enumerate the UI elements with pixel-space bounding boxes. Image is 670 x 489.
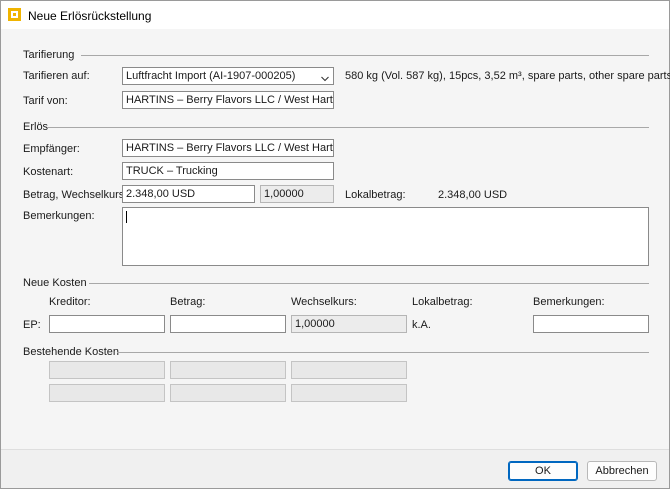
betrag-field[interactable]: 2.348,00 USD (122, 185, 255, 203)
text-caret (126, 211, 127, 223)
dialog-footer: OK Abbrechen (1, 449, 669, 488)
col-bemerkungen-header: Bemerkungen: (533, 296, 605, 308)
chevron-down-icon (321, 73, 329, 82)
neue-kosten-wechselkurs-value: 1,00000 (295, 318, 335, 330)
empfaenger-label: Empfänger: (23, 143, 80, 155)
bemerkungen-textarea[interactable] (122, 207, 649, 266)
title-bar: Neue Erlösrückstellung (1, 1, 669, 29)
bestehende-kosten-cell (49, 384, 165, 402)
section-divider (47, 127, 649, 128)
bestehende-kosten-cell (291, 384, 407, 402)
tarifieren-info: 580 kg (Vol. 587 kg), 15pcs, 3,52 m³, sp… (345, 70, 670, 82)
section-erloes: Erlös (23, 121, 49, 133)
section-divider (81, 55, 649, 56)
wechselkurs-value: 1,00000 (264, 188, 304, 200)
section-tarifierung: Tarifierung (23, 49, 75, 61)
ep-row-label: EP: (23, 319, 41, 331)
tarif-von-label: Tarif von: (23, 95, 68, 107)
empfaenger-field[interactable]: HARTINS – Berry Flavors LLC / West Hartf… (122, 139, 334, 157)
tarif-von-field[interactable]: HARTINS – Berry Flavors LLC / West Hartf… (122, 91, 334, 109)
kostenart-value: TRUCK – Trucking (126, 165, 218, 177)
bestehende-kosten-cell (170, 361, 286, 379)
neue-kosten-lokalbetrag: k.A. (412, 319, 431, 331)
tarif-von-value: HARTINS – Berry Flavors LLC / West Hartf… (126, 94, 334, 106)
bestehende-kosten-cell (170, 384, 286, 402)
betrag-wechselkurs-label: Betrag, Wechselkurs: (23, 189, 128, 201)
bemerkungen-label: Bemerkungen: (23, 210, 95, 222)
lokalbetrag-label: Lokalbetrag: (345, 189, 406, 201)
window-title: Neue Erlösrückstellung (28, 9, 152, 23)
lokalbetrag-value: 2.348,00 USD (438, 189, 508, 201)
section-divider (117, 352, 649, 353)
col-lokalbetrag-header: Lokalbetrag: (412, 296, 473, 308)
bestehende-kosten-cell (49, 361, 165, 379)
wechselkurs-field[interactable]: 1,00000 (260, 185, 334, 203)
dialog-content: Tarifierung Tarifieren auf: Luftfracht I… (1, 29, 670, 449)
kostenart-field[interactable]: TRUCK – Trucking (122, 162, 334, 180)
neue-kosten-wechselkurs-input[interactable]: 1,00000 (291, 315, 407, 333)
kreditor-input[interactable] (49, 315, 165, 333)
col-kreditor-header: Kreditor: (49, 296, 91, 308)
bestehende-kosten-cell (291, 361, 407, 379)
tarifieren-auf-value: Luftfracht Import (AI-1907-000205) (126, 70, 296, 82)
kostenart-label: Kostenart: (23, 166, 74, 178)
col-wechselkurs-header: Wechselkurs: (291, 296, 357, 308)
tarifieren-auf-label: Tarifieren auf: (23, 70, 90, 82)
app-icon (8, 8, 21, 21)
section-divider (89, 283, 649, 284)
ok-button[interactable]: OK (508, 461, 578, 481)
neue-kosten-betrag-input[interactable] (170, 315, 286, 333)
cancel-button[interactable]: Abbrechen (587, 461, 657, 481)
tarifieren-auf-select[interactable]: Luftfracht Import (AI-1907-000205) (122, 67, 334, 85)
col-betrag-header: Betrag: (170, 296, 206, 308)
dialog-window: Neue Erlösrückstellung Tarifierung Tarif… (0, 0, 670, 489)
betrag-value: 2.348,00 USD (126, 188, 196, 200)
section-bestehende-kosten: Bestehende Kosten (23, 346, 120, 358)
empfaenger-value: HARTINS – Berry Flavors LLC / West Hartf… (126, 142, 334, 154)
neue-kosten-bemerkungen-input[interactable] (533, 315, 649, 333)
section-neue-kosten: Neue Kosten (23, 277, 87, 289)
